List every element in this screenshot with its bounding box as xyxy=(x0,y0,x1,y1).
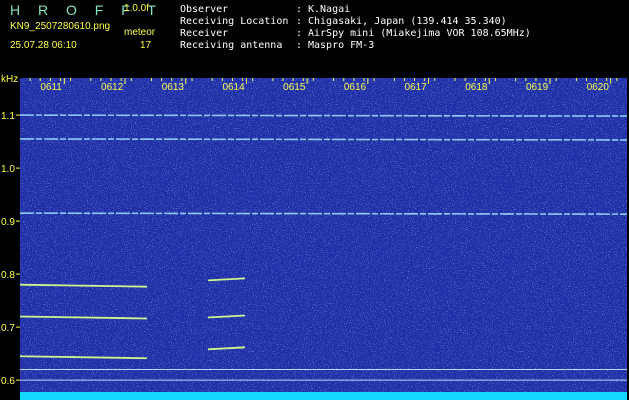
info-colon: : xyxy=(296,28,303,39)
counter-label: meteor xyxy=(124,27,156,38)
spectrogram-svg: 1.1 1.0 0.9 0.8 0.7 0.6 0611 0612 0613 0614 0615 06… xyxy=(1,78,628,400)
time-tick-label: 0619 xyxy=(526,82,549,93)
time-tick-label: 0613 xyxy=(162,82,185,93)
time-tick-label: 0611 xyxy=(40,82,62,93)
info-label-receiver: Receiver xyxy=(180,28,229,39)
y-tick-label: 0.6 xyxy=(1,376,15,387)
app-version: 1.0.0f xyxy=(124,3,150,14)
info-label-antenna: Receiving antenna xyxy=(180,40,283,51)
time-tick-label: 0614 xyxy=(222,82,245,93)
y-tick-label: 0.9 xyxy=(1,217,15,228)
time-tick-label: 0620 xyxy=(587,82,610,93)
info-value-location: Chigasaki, Japan (139.414 35.340) xyxy=(308,16,507,27)
info-colon: : xyxy=(296,4,303,15)
time-tick-label: 0612 xyxy=(101,82,124,93)
info-label-observer: Observer xyxy=(180,4,229,15)
info-colon: : xyxy=(296,40,303,51)
counter-value: 17 xyxy=(140,40,152,51)
info-value-antenna: Maspro FM-3 xyxy=(308,40,375,51)
header-panel: H R O F F T 1.0.0f KN9_2507280610.png me… xyxy=(0,0,629,85)
spectrogram: 1.1 1.0 0.9 0.8 0.7 0.6 0611 0612 0613 0614 0615 06… xyxy=(0,78,629,400)
noise-texture xyxy=(20,78,627,396)
y-tick-label: 0.8 xyxy=(1,270,15,281)
info-value-receiver: AirSpy mini (Miakejima VOR 108.65MHz) xyxy=(308,28,531,39)
file-name: KN9_2507280610.png xyxy=(10,21,111,32)
time-tick-label: 0618 xyxy=(465,82,488,93)
info-colon: : xyxy=(296,16,303,27)
y-tick-label: 1.1 xyxy=(1,111,15,122)
y-tick-label: 1.0 xyxy=(1,164,15,175)
time-tick-label: 0617 xyxy=(405,82,428,93)
y-tick-label: 0.7 xyxy=(1,323,15,334)
date-time: 25.07.28 06:10 xyxy=(10,40,77,51)
baseline-band xyxy=(20,392,627,400)
info-value-observer: K.Nagai xyxy=(308,4,351,15)
time-tick-label: 0615 xyxy=(283,82,306,93)
time-tick-label: 0616 xyxy=(344,82,367,93)
info-label-location: Receiving Location xyxy=(180,16,289,27)
